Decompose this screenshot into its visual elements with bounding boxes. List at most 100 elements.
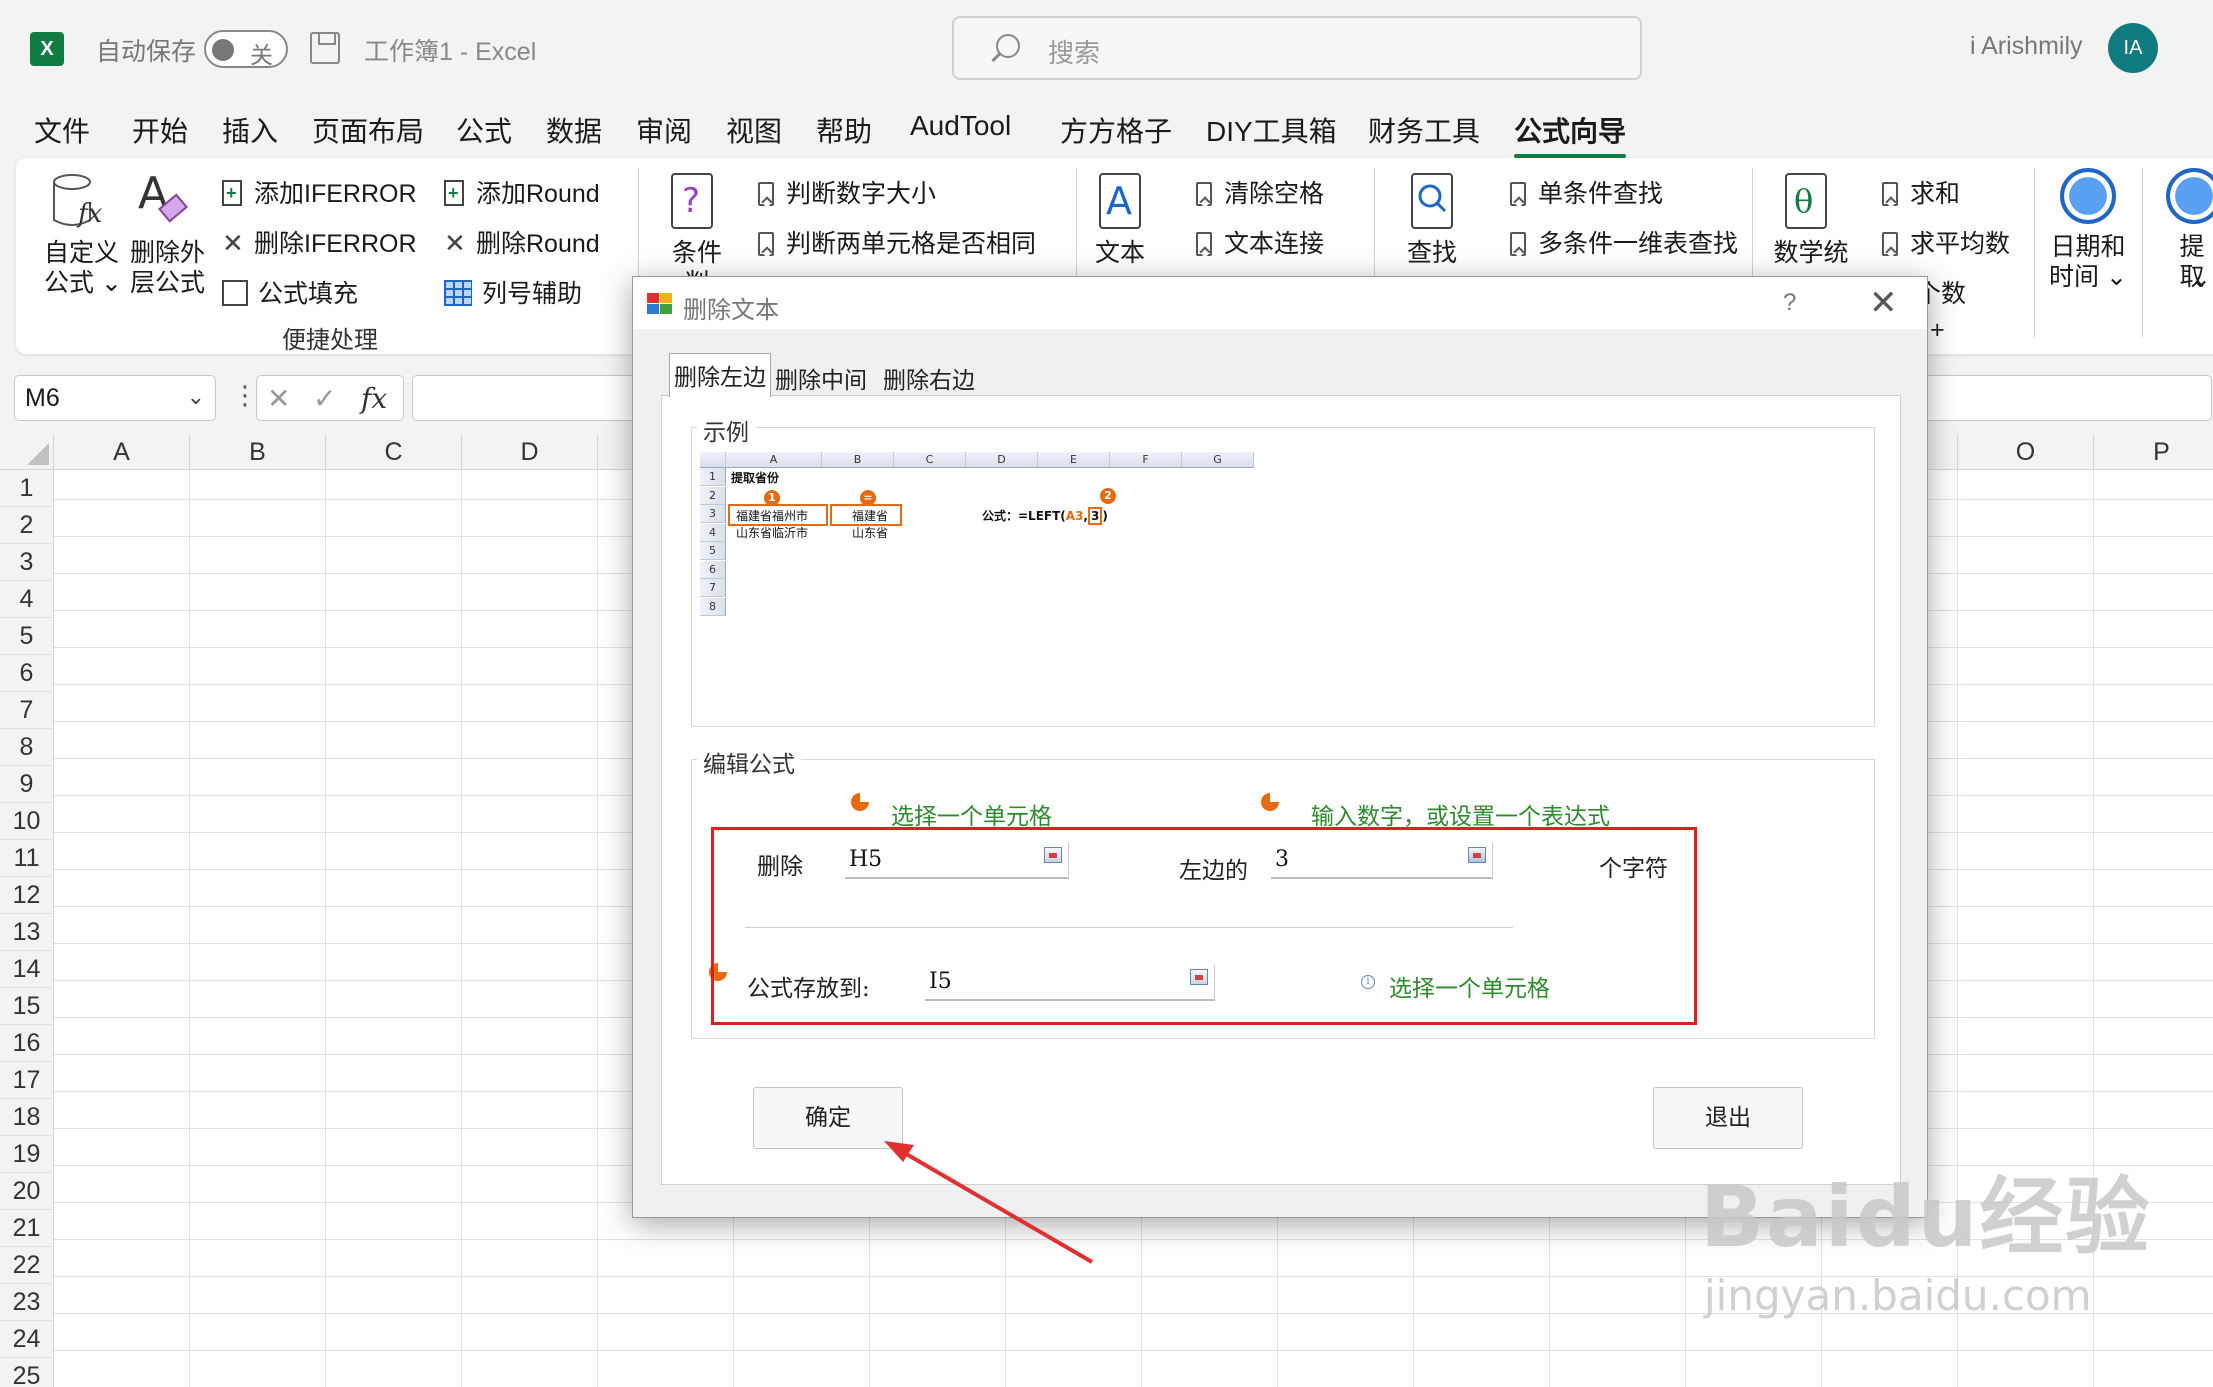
tab-home[interactable]: 开始 [132, 110, 188, 150]
formula-fill-button[interactable]: 公式填充 [222, 274, 358, 310]
tab-formula-wizard[interactable]: 公式向导 [1514, 110, 1627, 158]
example-row-header: 5 [700, 542, 726, 560]
column-header[interactable]: A [54, 434, 190, 470]
tab-finance-tools[interactable]: 财务工具 [1368, 110, 1480, 150]
more-dots-icon[interactable]: ⋮ [232, 380, 258, 411]
row-header[interactable]: 5 [0, 618, 54, 655]
search-box[interactable]: 搜索 [952, 16, 1642, 80]
sum-button[interactable]: 求和 [1882, 174, 1960, 210]
row-header[interactable]: 11 [0, 840, 54, 877]
example-column-header: E [1038, 452, 1110, 468]
enter-check-icon[interactable]: ✓ [313, 382, 336, 415]
cancel-icon[interactable]: ✕ [267, 382, 290, 415]
tab-fangfanggezi[interactable]: 方方格子 [1060, 110, 1172, 150]
highlight-box [711, 827, 1697, 1025]
tab-delete-right[interactable]: 删除右边 [879, 357, 979, 397]
tab-page-layout[interactable]: 页面布局 [312, 110, 424, 150]
formula-controls: ✕ ✓ fx [256, 375, 404, 421]
chevron-down-icon[interactable]: ⌄ [187, 384, 205, 410]
help-icon[interactable]: ? [1783, 289, 1796, 317]
tab-data[interactable]: 数据 [546, 110, 602, 150]
exit-button[interactable]: 退出 [1653, 1087, 1803, 1149]
tab-audtool[interactable]: AudTool [910, 110, 1011, 142]
row-header[interactable]: 10 [0, 803, 54, 840]
delete-iferror-button[interactable]: ✕ 删除IFERROR [222, 224, 417, 260]
average-button[interactable]: 求平均数 [1882, 224, 2010, 260]
row-header[interactable]: 15 [0, 988, 54, 1025]
row-header[interactable]: 18 [0, 1099, 54, 1136]
row-header[interactable]: 16 [0, 1025, 54, 1062]
row-header[interactable]: 19 [0, 1136, 54, 1173]
example-formula: 公式：=LEFT(A3, 3) [982, 507, 1108, 525]
user-name[interactable]: i Arishmily [1970, 32, 2083, 61]
clear-space-button[interactable]: 清除空格 [1196, 174, 1324, 210]
row-header[interactable]: 23 [0, 1284, 54, 1321]
tab-delete-left[interactable]: 删除左边 [669, 353, 771, 397]
column-header[interactable]: P [2094, 434, 2213, 470]
single-lookup-button[interactable]: 单条件查找 [1510, 174, 1663, 210]
multi-lookup-button[interactable]: 多条件一维表查找 [1510, 224, 1738, 260]
text-concat-button[interactable]: 文本连接 [1196, 224, 1324, 260]
bookmark-icon [1510, 182, 1526, 206]
row-header[interactable]: 1 [0, 470, 54, 507]
tab-delete-middle[interactable]: 删除中间 [771, 357, 871, 397]
example-cell-a4: 山东省临沂市 [736, 526, 809, 540]
column-header[interactable]: C [326, 434, 462, 470]
row-header[interactable]: 7 [0, 692, 54, 729]
tab-file[interactable]: 文件 [34, 110, 90, 150]
judge-same-button[interactable]: 判断两单元格是否相同 [758, 224, 1036, 260]
delete-x-icon: ✕ [444, 228, 466, 258]
row-header[interactable]: 13 [0, 914, 54, 951]
tab-diy-toolbox[interactable]: DIY工具箱 [1206, 110, 1337, 150]
bookmark-icon [1882, 182, 1898, 206]
tab-formulas[interactable]: 公式 [456, 110, 512, 150]
row-header[interactable]: 8 [0, 729, 54, 766]
save-icon[interactable] [310, 32, 340, 64]
row-header[interactable]: 3 [0, 544, 54, 581]
row-header[interactable]: 22 [0, 1247, 54, 1284]
example-cell-a3: 福建省福州市 [736, 509, 809, 523]
custom-formula-label: 自定义 公式 ⌄ [44, 239, 122, 297]
tab-view[interactable]: 视图 [726, 110, 782, 150]
row-header[interactable]: 6 [0, 655, 54, 692]
bookmark-icon [1510, 232, 1526, 256]
row-header[interactable]: 20 [0, 1173, 54, 1210]
bookmark-icon [1882, 232, 1898, 256]
example-cell-b4: 山东省 [852, 526, 889, 540]
row-header[interactable]: 17 [0, 1062, 54, 1099]
autosave-toggle[interactable]: 关 [204, 30, 288, 68]
tab-help[interactable]: 帮助 [816, 110, 872, 150]
ribbon-separator [2142, 168, 2143, 338]
row-header[interactable]: 12 [0, 877, 54, 914]
add-iferror-button[interactable]: 添加IFERROR [222, 174, 417, 210]
text-concat-label: 文本连接 [1224, 230, 1325, 258]
avatar[interactable]: IA [2108, 23, 2158, 73]
column-helper-button[interactable]: 列号辅助 [444, 274, 582, 310]
name-box[interactable]: M6 ⌄ [14, 375, 216, 421]
sum-label: 求和 [1910, 180, 1961, 208]
row-header[interactable]: 21 [0, 1210, 54, 1247]
row-header[interactable]: 25 [0, 1358, 54, 1387]
column-header[interactable]: O [1958, 434, 2094, 470]
add-round-button[interactable]: 添加Round [444, 174, 600, 210]
ok-button[interactable]: 确定 [753, 1087, 903, 1149]
row-header[interactable]: 2 [0, 507, 54, 544]
column-header[interactable]: B [190, 434, 326, 470]
select-all-corner[interactable] [0, 434, 54, 470]
example-formula-ref: A3 [1065, 509, 1084, 523]
judge-size-button[interactable]: 判断数字大小 [758, 174, 936, 210]
close-icon[interactable]: ✕ [1869, 283, 1898, 323]
tab-insert[interactable]: 插入 [222, 110, 278, 150]
tab-review[interactable]: 审阅 [636, 110, 692, 150]
svg-text:fx: fx [76, 199, 103, 229]
row-header[interactable]: 24 [0, 1321, 54, 1358]
insert-function-icon[interactable]: fx [361, 382, 387, 415]
row-header[interactable]: 4 [0, 581, 54, 618]
delete-round-button[interactable]: ✕ 删除Round [444, 224, 600, 260]
delete-round-label: 删除Round [476, 230, 600, 258]
row-header[interactable]: 14 [0, 951, 54, 988]
theta-book-icon: θ [1785, 173, 1827, 229]
row-header[interactable]: 9 [0, 766, 54, 803]
column-header[interactable]: D [462, 434, 598, 470]
example-formula-num: 3 [1087, 507, 1103, 525]
